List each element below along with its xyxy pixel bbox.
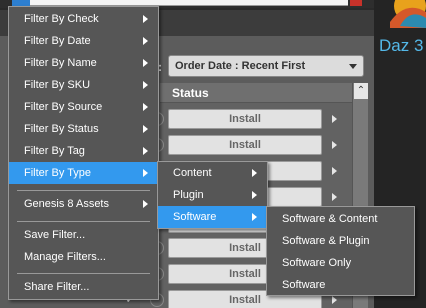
status-column-header[interactable]: Status (160, 83, 352, 103)
sort-order-select[interactable]: Order Date : Recent First (168, 55, 364, 77)
menu-item-label: Filter By Tag (24, 145, 85, 157)
submenu-arrow-icon (143, 169, 148, 177)
menu-item-filter-by-date[interactable]: Filter By Date (9, 30, 158, 52)
expand-arrow-icon[interactable] (332, 296, 337, 304)
menu-item-filter-by-tag[interactable]: Filter By Tag (9, 140, 158, 162)
submenu-arrow-icon (252, 169, 257, 177)
menu-separator (17, 221, 150, 222)
install-button[interactable]: Install (168, 109, 322, 129)
menu-item-plugin[interactable]: Plugin (158, 184, 267, 206)
menu-item-label: Filter By Source (24, 101, 103, 113)
menu-item-save-filter[interactable]: Save Filter... (9, 224, 158, 246)
submenu-arrow-icon (143, 147, 148, 155)
menu-item-label: Software Only (282, 257, 352, 269)
submenu-arrow-icon (143, 37, 148, 45)
submenu-arrow-icon (143, 200, 148, 208)
menu-item-label: Genesis 8 Assets (24, 198, 109, 210)
submenu-arrow-icon (143, 125, 148, 133)
scroll-up-icon[interactable]: ⌃ (354, 83, 368, 99)
type-submenu: Content Plugin Software (157, 161, 268, 229)
menu-item-label: Software (173, 211, 217, 223)
expand-arrow-icon[interactable] (332, 167, 337, 175)
submenu-arrow-icon (252, 191, 257, 199)
menu-item-label: Filter By Status (24, 123, 99, 135)
submenu-arrow-icon (252, 213, 257, 221)
brand-text: Daz 3 (379, 36, 424, 55)
expand-arrow-icon[interactable] (332, 141, 337, 149)
menu-item-label: Content (173, 167, 212, 179)
menu-item-content[interactable]: Content (158, 162, 267, 184)
menu-item-filter-by-sku[interactable]: Filter By SKU (9, 74, 158, 96)
menu-item-filter-by-status[interactable]: Filter By Status (9, 118, 158, 140)
menu-item-software-and-content[interactable]: Software & Content (267, 208, 414, 230)
menu-item-filter-by-type[interactable]: Filter By Type (9, 162, 158, 184)
menu-item-manage-filters[interactable]: Manage Filters... (9, 246, 158, 268)
filter-menu: Filter By Check Filter By Date Filter By… (8, 6, 159, 300)
menu-item-label: Filter By SKU (24, 79, 91, 91)
submenu-arrow-icon (143, 103, 148, 111)
expand-arrow-icon[interactable] (332, 115, 337, 123)
menu-item-software-and-plugin[interactable]: Software & Plugin (267, 230, 414, 252)
chevron-down-icon (349, 64, 357, 69)
menu-item-label: Filter By Name (24, 57, 97, 69)
menu-item-label: Filter By Check (24, 13, 99, 25)
submenu-arrow-icon (143, 81, 148, 89)
close-search-button[interactable] (350, 0, 362, 6)
table-row: Install (140, 133, 352, 157)
menu-item-label: Software & Content (282, 213, 378, 225)
menu-item-label: Save Filter... (24, 229, 86, 241)
menu-item-software[interactable]: Software (158, 206, 267, 228)
menu-item-label: Software (282, 279, 326, 291)
menu-item-filter-by-check[interactable]: Filter By Check (9, 8, 158, 30)
install-button[interactable]: Install (168, 135, 322, 155)
menu-item-label: Filter By Type (24, 167, 92, 179)
menu-item-share-filter[interactable]: Share Filter... (9, 276, 158, 298)
software-submenu: Software & Content Software & Plugin Sof… (266, 206, 415, 296)
status-header-label: Status (172, 86, 209, 100)
expand-arrow-icon[interactable] (332, 193, 337, 201)
menu-item-label: Plugin (173, 189, 204, 201)
sort-order-value: Order Date : Recent First (175, 60, 306, 72)
menu-item-software[interactable]: Software (267, 274, 414, 296)
table-row: Install (140, 107, 352, 131)
daz-logo-icon (384, 0, 426, 28)
menu-item-genesis-8-assets[interactable]: Genesis 8 Assets (9, 193, 158, 215)
menu-item-label: Manage Filters... (24, 251, 106, 263)
menu-item-label: Share Filter... (24, 281, 90, 293)
menu-separator (17, 273, 150, 274)
menu-item-label: Filter By Date (24, 35, 91, 47)
menu-item-filter-by-name[interactable]: Filter By Name (9, 52, 158, 74)
submenu-arrow-icon (143, 15, 148, 23)
menu-item-software-only[interactable]: Software Only (267, 252, 414, 274)
submenu-arrow-icon (143, 59, 148, 67)
menu-separator (17, 190, 150, 191)
menu-item-label: Software & Plugin (282, 235, 370, 247)
menu-item-filter-by-source[interactable]: Filter By Source (9, 96, 158, 118)
